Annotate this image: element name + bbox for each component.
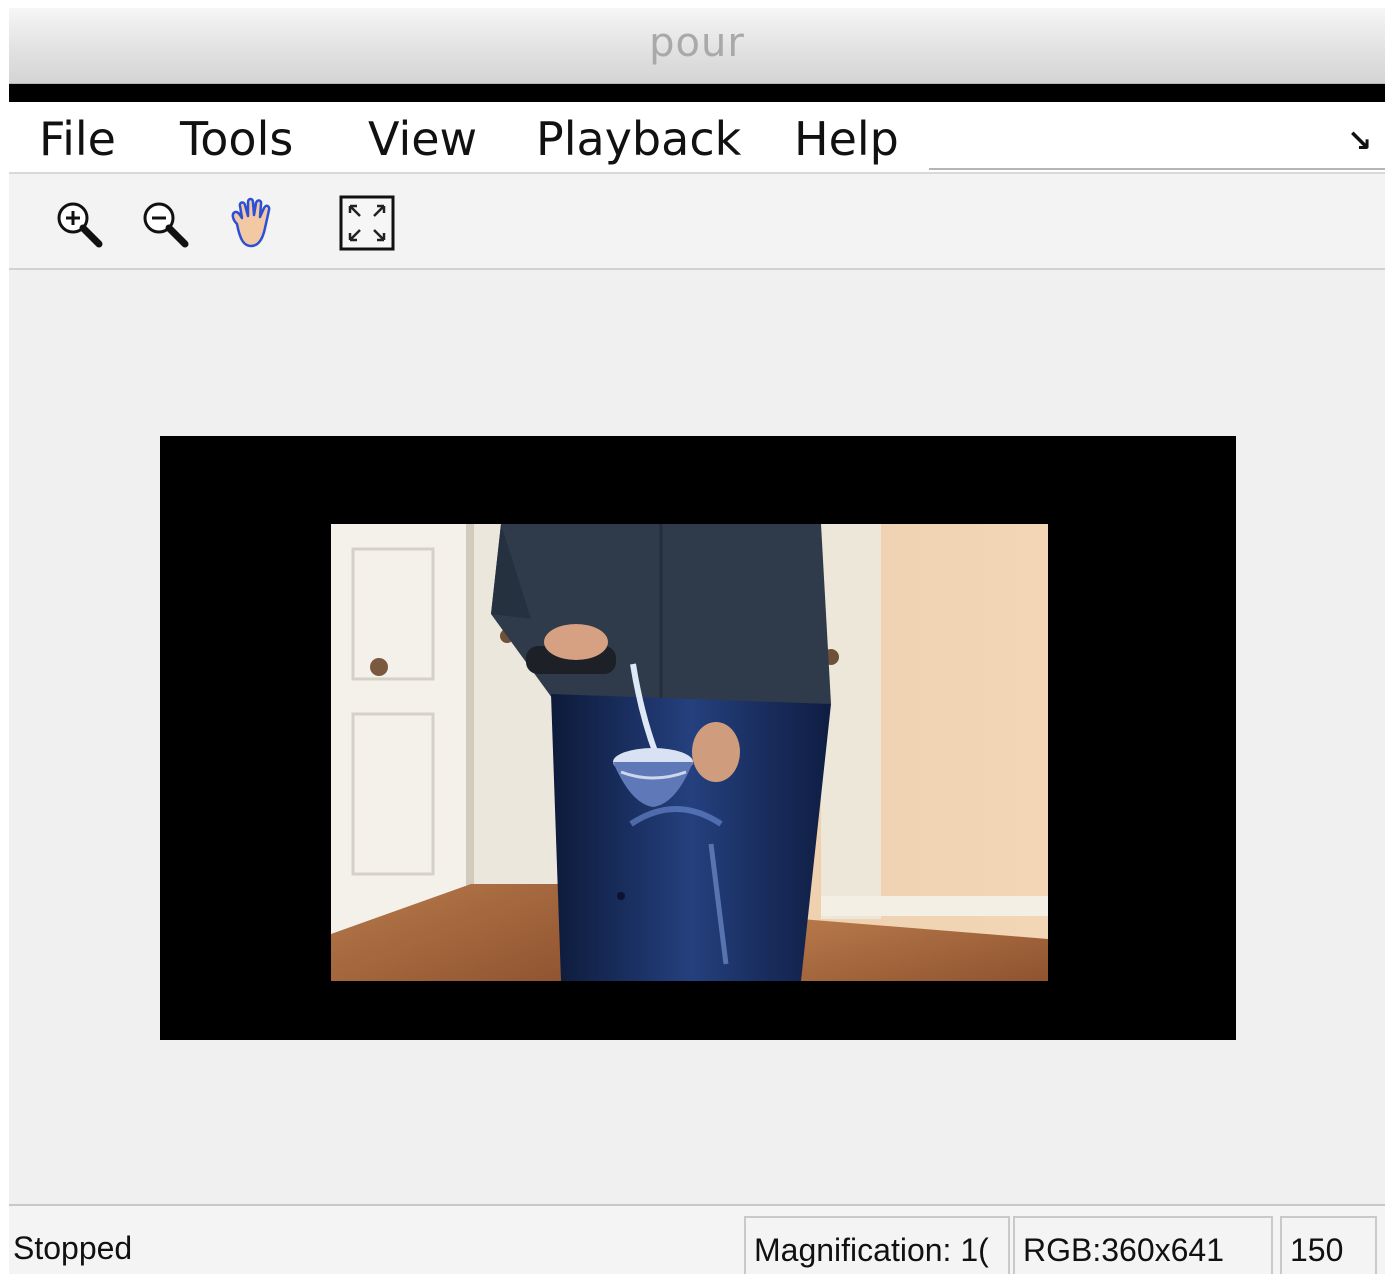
- zoom-in-icon[interactable]: [49, 194, 109, 254]
- toolbar: [9, 174, 1385, 270]
- frame-number-field: 150: [1280, 1216, 1377, 1274]
- video-frame: [160, 436, 1236, 1040]
- menu-view[interactable]: View: [368, 112, 477, 166]
- title-separator: [9, 84, 1385, 102]
- image-viewport[interactable]: [9, 270, 1385, 1204]
- playback-status: Stopped: [13, 1230, 133, 1266]
- video-viewer-window: pour File Tools View Playback Help ↘ Sto…: [9, 8, 1385, 1274]
- video-image: [331, 524, 1048, 981]
- status-bar: Stopped Magnification: 1( RGB:360x641 15…: [9, 1204, 1385, 1274]
- window-title: pour: [649, 20, 745, 66]
- menu-playback[interactable]: Playback: [536, 112, 741, 166]
- dock-arrow-icon[interactable]: ↘: [1347, 124, 1372, 159]
- menu-bar: File Tools View Playback Help ↘: [9, 102, 1385, 174]
- menu-tools[interactable]: Tools: [180, 112, 293, 166]
- pan-hand-icon[interactable]: [223, 194, 283, 254]
- magnification-field: Magnification: 1(: [744, 1216, 1010, 1274]
- image-info-field: RGB:360x641: [1013, 1216, 1273, 1274]
- fit-to-window-icon[interactable]: [338, 194, 398, 254]
- zoom-out-icon[interactable]: [135, 194, 195, 254]
- title-bar[interactable]: pour: [9, 8, 1385, 84]
- menu-divider: [929, 168, 1385, 170]
- menu-file[interactable]: File: [39, 112, 116, 166]
- menu-help[interactable]: Help: [794, 112, 899, 166]
